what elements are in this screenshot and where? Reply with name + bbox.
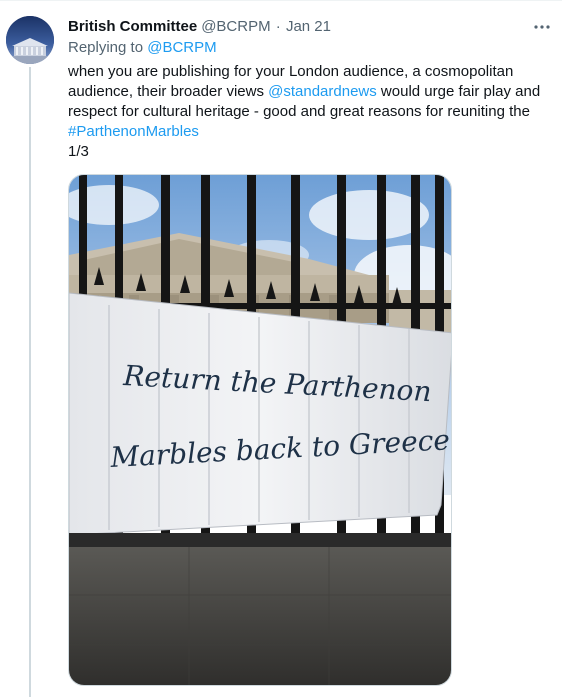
avatar[interactable] <box>6 16 54 64</box>
thread-connector-line <box>29 67 31 697</box>
more-horizontal-icon <box>534 25 550 29</box>
replying-to-label: Replying to <box>68 39 144 56</box>
replying-to-handle-link[interactable]: @BCRPM <box>147 39 216 56</box>
user-handle[interactable]: @BCRPM <box>201 18 270 35</box>
tweet[interactable]: British Committee @BCRPM · Jan 21 Replyin… <box>0 0 562 697</box>
tweet-photo[interactable]: Return the Parthenon Marbles back to Gre… <box>68 174 452 686</box>
thread-counter: 1/3 <box>68 143 89 160</box>
replying-to-line: Replying to @BCRPM <box>68 38 217 58</box>
tweet-date[interactable]: Jan 21 <box>286 18 331 35</box>
display-name[interactable]: British Committee <box>68 18 197 35</box>
more-options-button[interactable] <box>532 17 552 37</box>
avatar-image <box>6 16 54 64</box>
separator-dot: · <box>275 18 281 35</box>
photo-banner-on-railings: Return the Parthenon Marbles back to Gre… <box>69 175 451 685</box>
mention-link[interactable]: @standardnews <box>268 83 377 100</box>
tweet-text: when you are publishing for your London … <box>68 62 553 162</box>
tweet-header: British Committee @BCRPM · Jan 21 <box>68 17 552 37</box>
hashtag-link[interactable]: #ParthenonMarbles <box>68 123 199 140</box>
